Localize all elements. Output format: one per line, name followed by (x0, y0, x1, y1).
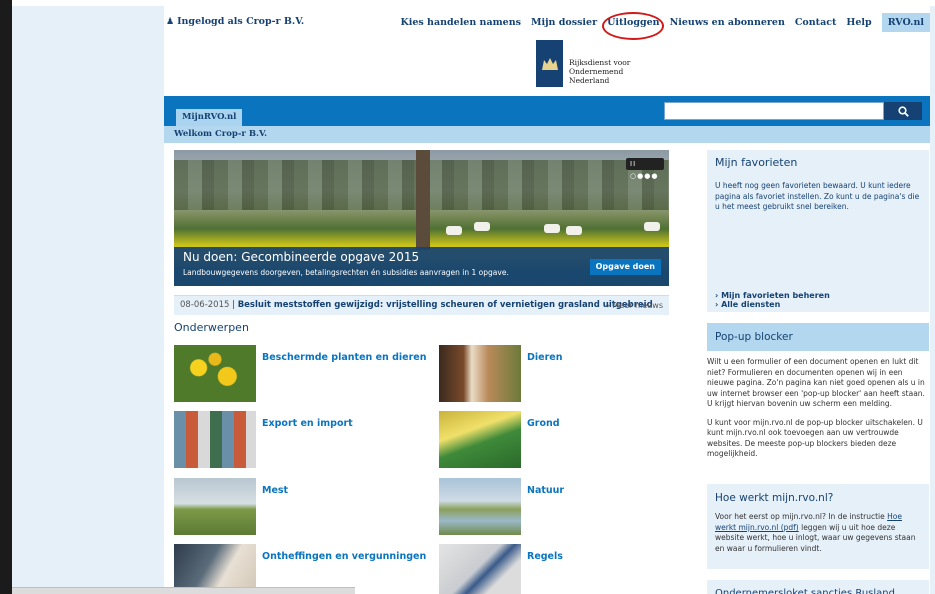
logged-in-status: ♟ Ingelogd als Crop-r B.V. (166, 16, 305, 27)
nav-help[interactable]: Help (846, 17, 871, 28)
nav-contact[interactable]: Contact (795, 17, 837, 28)
site-container: ♟ Ingelogd als Crop-r B.V. Kies handelen … (164, 6, 930, 594)
page-background-left (12, 6, 164, 594)
mijn-favorieten-beheren-link[interactable]: › Mijn favorieten beheren (715, 291, 830, 300)
popup-blocker-panel: Pop-up blocker Wilt u een formulier of e… (707, 323, 929, 468)
hero-title: Nu doen: Gecombineerde opgave 2015 (183, 250, 420, 264)
annotation-highlight-oval (602, 12, 664, 40)
topic-label: Export en import (262, 418, 353, 429)
hero-image-cow (474, 222, 490, 231)
page-background-right (930, 6, 935, 594)
meer-nieuws-link[interactable]: › Meer nieuws (607, 296, 663, 315)
favorieten-text: U heeft nog geen favorieten bewaard. U k… (707, 178, 929, 216)
browser-status-bar (12, 587, 355, 594)
topic-export-en-import[interactable]: Export en import (174, 411, 353, 468)
rvo-logo[interactable]: Rijksdienst voor Ondernemend Nederland (536, 40, 679, 87)
topic-thumbnail (439, 345, 521, 402)
hero-image-cow (566, 226, 582, 235)
search-input[interactable] (664, 102, 884, 120)
hero-caption: Nu doen: Gecombineerde opgave 2015 Landb… (174, 247, 669, 286)
topic-label: Ontheffingen en vergunningen (262, 551, 427, 562)
topic-natuur[interactable]: Natuur (439, 478, 564, 535)
hero-image-tree-trunk (416, 150, 430, 250)
top-bar: ♟ Ingelogd als Crop-r B.V. Kies handelen … (164, 6, 930, 40)
nav-rvo-nl[interactable]: RVO.nl (881, 13, 930, 32)
hero-image-cow (446, 226, 462, 235)
nav-mijn-dossier[interactable]: Mijn dossier (531, 17, 597, 28)
alle-diensten-link[interactable]: › Alle diensten (715, 300, 830, 309)
popup-blocker-text: Wilt u een formulier of een document ope… (707, 351, 929, 460)
hero-image-cow (544, 224, 560, 233)
topic-label: Natuur (527, 485, 565, 496)
topic-label: Regels (527, 551, 563, 562)
nav-nieuws-en-abonneren[interactable]: Nieuws en abonneren (670, 17, 785, 28)
topic-label: Dieren (527, 352, 563, 363)
top-navigation: Kies handelen namens Mijn dossier Uitlog… (400, 12, 930, 33)
topic-thumbnail (439, 411, 521, 468)
topic-label: Mest (262, 485, 289, 496)
sancties-rusland-panel[interactable]: Ondernemersloket sancties Rusland (707, 580, 929, 594)
topic-dieren[interactable]: Dieren (439, 345, 562, 402)
popup-blocker-heading: Pop-up blocker (707, 323, 929, 351)
onderwerpen-heading: Onderwerpen (174, 321, 249, 334)
topic-grond[interactable]: Grond (439, 411, 560, 468)
hero-subtitle: Landbouwgegevens doorgeven, betalingsrec… (183, 268, 509, 277)
welcome-bar: Welkom Crop-r B.V. (164, 126, 930, 143)
topic-thumbnail (174, 478, 256, 535)
logo-wordmark: Rijksdienst voor Ondernemend Nederland (569, 58, 631, 85)
topic-regels[interactable]: Regels (439, 544, 563, 594)
search-icon (897, 105, 909, 117)
hoe-werkt-heading: Hoe werkt mijn.rvo.nl? (707, 484, 929, 512)
hoe-werkt-panel: Hoe werkt mijn.rvo.nl? Voor het eerst op… (707, 484, 929, 569)
topic-beschermde-planten[interactable]: Beschermde planten en dieren (174, 345, 427, 402)
news-date: 08-06-2015 (180, 300, 230, 310)
news-headline-link[interactable]: Besluit meststoffen gewijzigd: vrijstell… (238, 300, 653, 310)
topic-thumbnail (439, 544, 521, 594)
favorieten-panel: Mijn favorieten U heeft nog geen favorie… (707, 150, 929, 312)
favorieten-links: › Mijn favorieten beheren › Alle dienste… (715, 291, 830, 309)
main-nav-band: MijnRVO.nl (164, 96, 930, 126)
coat-of-arms-icon (536, 40, 563, 87)
window-frame-left (0, 0, 12, 594)
opgave-doen-button[interactable]: Opgave doen (589, 259, 661, 275)
news-strip: 08-06-2015 | Besluit meststoffen gewijzi… (174, 295, 669, 315)
search-button[interactable] (884, 102, 922, 120)
topic-label: Beschermde planten en dieren (262, 352, 427, 363)
topic-thumbnail (174, 345, 256, 402)
hero-image-cow (644, 222, 660, 231)
topic-thumbnail (174, 411, 256, 468)
hoe-werkt-text: Voor het eerst op mijn.rvo.nl? In de ins… (707, 512, 929, 557)
slider-controls[interactable]: II ○●●● (626, 158, 664, 180)
topic-label: Grond (527, 418, 560, 429)
nav-kies-handelen-namens[interactable]: Kies handelen namens (400, 17, 521, 28)
tab-mijnrvo[interactable]: MijnRVO.nl (176, 109, 243, 126)
topic-mest[interactable]: Mest (174, 478, 288, 535)
user-icon: ♟ (166, 17, 175, 27)
topic-thumbnail (439, 478, 521, 535)
favorieten-heading: Mijn favorieten (707, 150, 929, 178)
hero-banner[interactable]: II ○●●● Nu doen: Gecombineerde opgave 20… (174, 150, 669, 286)
